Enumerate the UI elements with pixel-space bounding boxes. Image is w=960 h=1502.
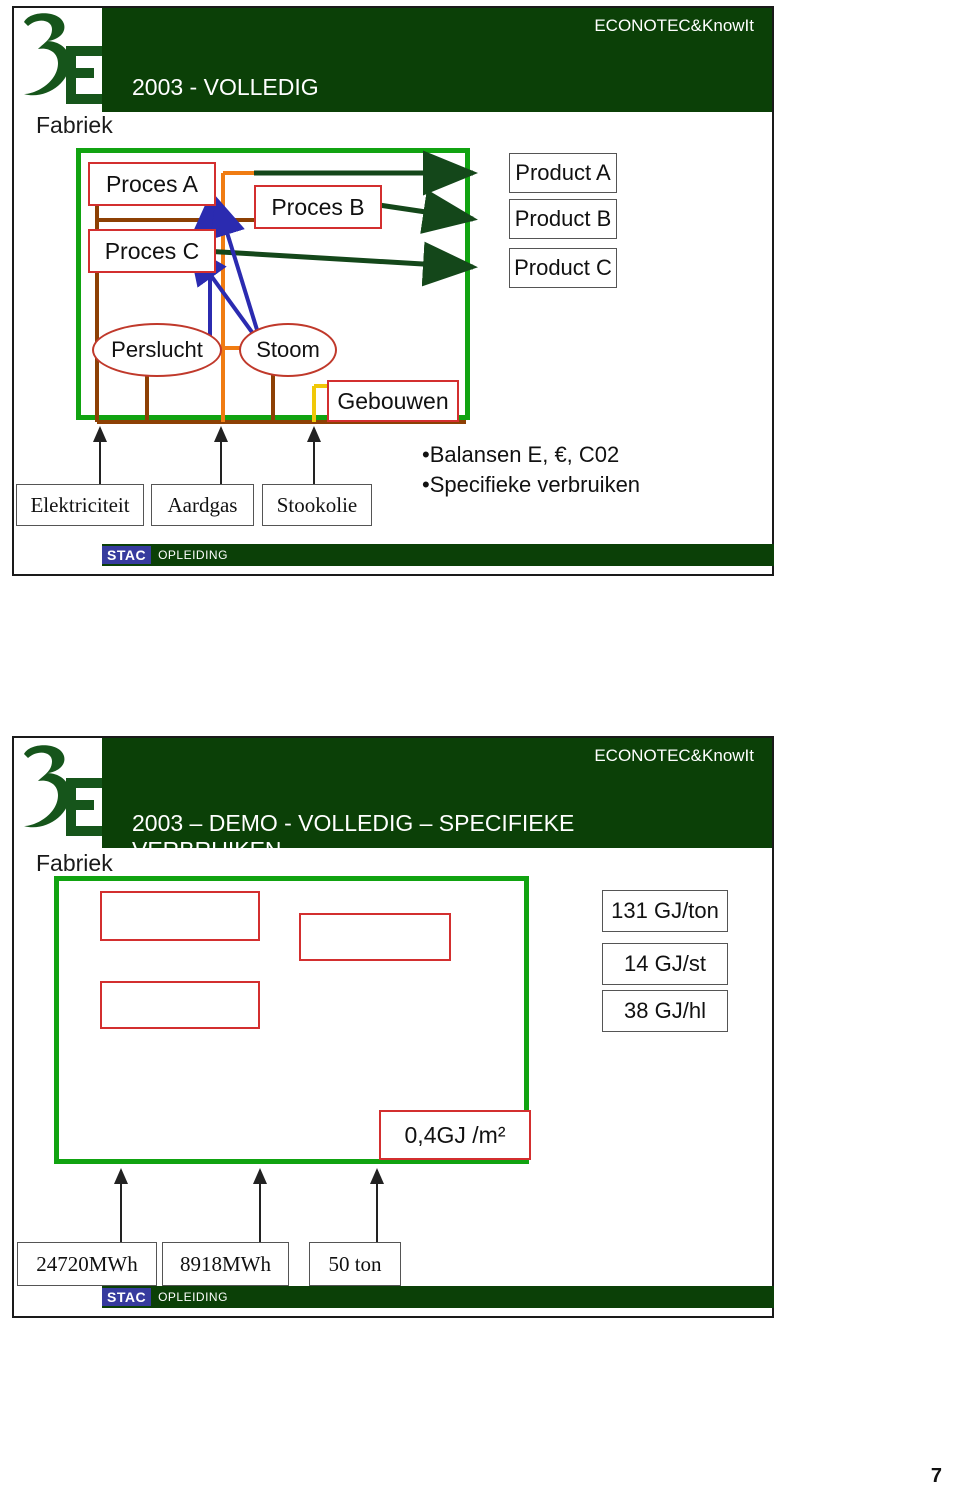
slide1-process-a-label: Proces A — [105, 170, 199, 197]
slide2-electricity-input-label: 24720MWh — [36, 1251, 138, 1276]
slide2-footer: STAC OPLEIDING — [102, 1286, 774, 1308]
slide1-elektriciteit-label: Elektriciteit — [30, 492, 130, 517]
opleiding-label: OPLEIDING — [158, 1290, 228, 1304]
opleiding-label: OPLEIDING — [158, 548, 228, 562]
slide1-stookolie-box: Stookolie — [262, 484, 372, 526]
stac-logo-label: STAC — [102, 546, 152, 564]
slide2-specific-consumption-b-label: 14 GJ/st — [624, 951, 706, 976]
slide2-specific-consumption-a-box: 131 GJ/ton — [602, 890, 728, 932]
slide2-building-consumption-box: 0,4GJ /m² — [379, 1110, 531, 1160]
slide1-process-c-label: Proces C — [104, 237, 200, 264]
slide1-product-a-box: Product A — [509, 153, 617, 193]
slide1-stookolie-label: Stookolie — [276, 492, 358, 517]
slide1-process-b-box: Proces B — [254, 185, 382, 229]
slide2-oil-input-box: 50 ton — [309, 1242, 401, 1286]
page-number: 7 — [930, 1465, 942, 1487]
slide2-specific-consumption-c-label: 38 GJ/hl — [624, 998, 706, 1023]
slide1-process-c-box: Proces C — [88, 229, 216, 273]
slide1-gebouwen-label: Gebouwen — [337, 387, 449, 414]
slide1-stoom-label: Stoom — [256, 337, 320, 362]
slide1-perslucht-label: Perslucht — [111, 337, 203, 362]
logo-3e-icon — [14, 8, 102, 112]
slide1-elektriciteit-box: Elektriciteit — [16, 484, 144, 526]
slide1-process-b-label: Proces B — [271, 193, 365, 220]
slide1-footer: STAC OPLEIDING — [102, 544, 774, 566]
slide2-oil-input-label: 50 ton — [328, 1251, 382, 1276]
logo-3e-icon — [14, 738, 102, 848]
slide1-aardgas-box: Aardgas — [151, 484, 254, 526]
slide2-specific-consumption-b-box: 14 GJ/st — [602, 943, 728, 985]
slide-specifieke-verbruiken: ECONOTEC&KnowIt 2003 – DEMO - VOLLEDIG –… — [12, 736, 774, 1318]
slide2-title: 2003 – DEMO - VOLLEDIG – SPECIFIEKE VERB… — [132, 810, 575, 863]
slide2-specific-consumption-a-label: 131 GJ/ton — [611, 898, 719, 923]
slide1-process-a-box: Proces A — [88, 162, 216, 206]
slide1-gebouwen-box: Gebouwen — [327, 380, 459, 422]
slide1-product-c-label: Product C — [514, 255, 612, 280]
slide2-specific-consumption-c-box: 38 GJ/hl — [602, 990, 728, 1032]
slide-volledig: ECONOTEC&KnowIt 2003 - VOLLEDIG Fabriek — [12, 6, 774, 576]
slide2-building-consumption-label: 0,4GJ /m² — [404, 1121, 506, 1148]
brand-label: ECONOTEC&KnowIt — [594, 746, 754, 765]
slide1-title: 2003 - VOLLEDIG — [132, 74, 319, 100]
slide2-process-a-placeholder-box — [100, 891, 260, 941]
slide2-electricity-input-box: 24720MWh — [17, 1242, 157, 1286]
slide1-product-c-box: Product C — [509, 248, 617, 288]
slide2-process-b-placeholder-box — [299, 913, 451, 961]
slide1-product-a-label: Product A — [515, 160, 611, 185]
slide1-perslucht-oval: Perslucht — [92, 323, 222, 377]
slide1-aardgas-label: Aardgas — [167, 492, 238, 517]
slide1-product-b-label: Product B — [514, 206, 612, 231]
slide1-stoom-oval: Stoom — [239, 323, 337, 377]
slide2-gas-input-label: 8918MWh — [180, 1251, 271, 1276]
slide1-bullets: •Balansen E, €, C02 •Specifieke verbruik… — [422, 442, 641, 497]
slide1-product-b-box: Product B — [509, 199, 617, 239]
slide2-gas-input-box: 8918MWh — [162, 1242, 289, 1286]
brand-label: ECONOTEC&KnowIt — [594, 16, 754, 35]
slide2-process-c-placeholder-box — [100, 981, 260, 1029]
stac-logo-label: STAC — [102, 1288, 152, 1306]
